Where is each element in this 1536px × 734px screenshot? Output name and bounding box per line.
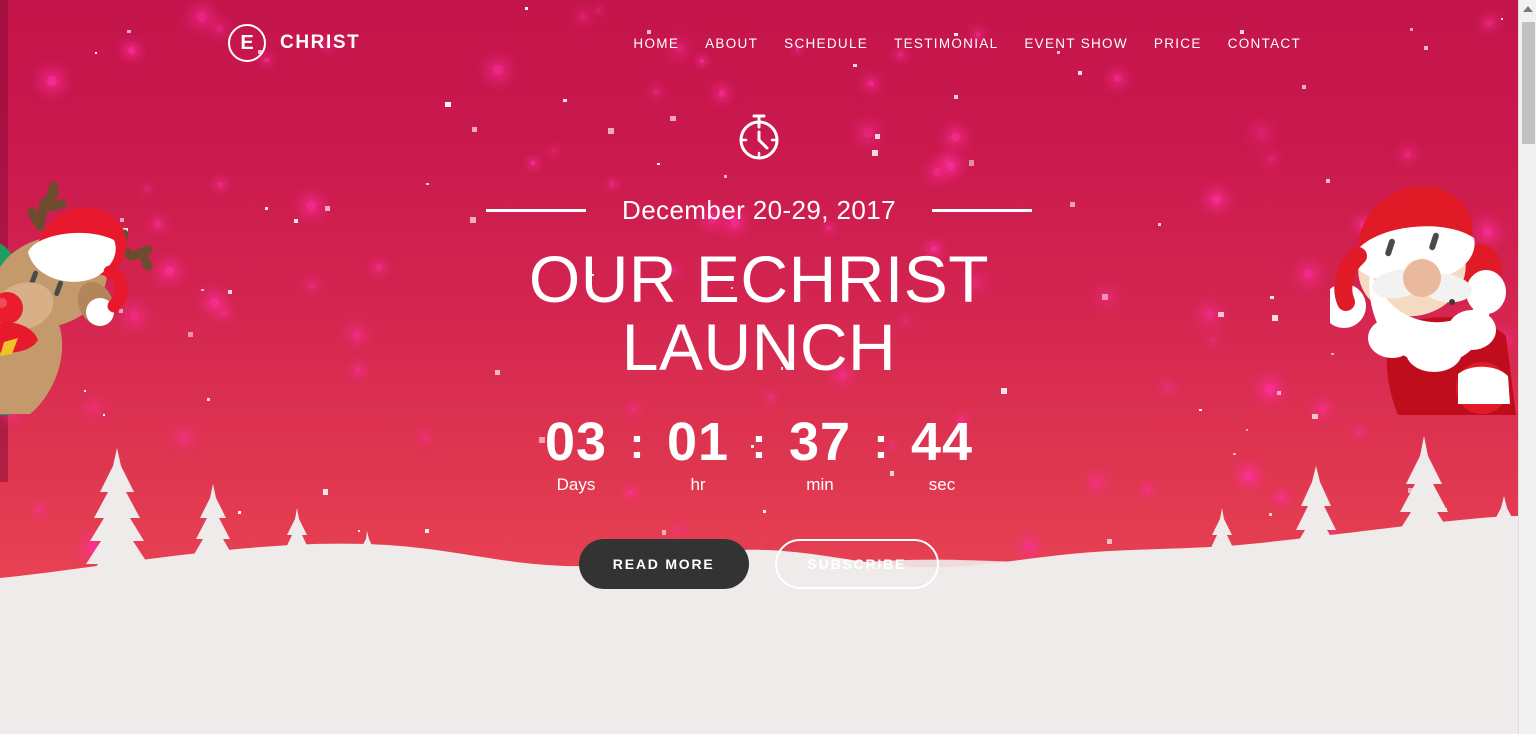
countdown-value-sec: 44	[910, 411, 974, 472]
nav-item-home[interactable]: HOME	[620, 30, 692, 57]
site-header: E CHRIST HOME ABOUT SCHEDULE TESTIMONIAL EVE…	[0, 0, 1518, 86]
countdown-timer: 03 Days:01 hr:37 min:44 sec	[529, 414, 989, 495]
hero-actions: READ MORE SUBSCRIBE	[578, 538, 940, 589]
countdown-separator: :	[873, 418, 889, 468]
nav-item-about[interactable]: ABOUT	[692, 30, 771, 57]
nav-item-price[interactable]: PRICE	[1141, 30, 1215, 57]
hero-content: December 20-29, 2017 OUR ECHRIST LAUNCH …	[0, 0, 1518, 620]
event-date-row: December 20-29, 2017	[486, 195, 1032, 226]
nav-item-testimonial[interactable]: TESTIMONIAL	[881, 30, 1011, 57]
rule-right	[931, 209, 1032, 212]
logo[interactable]: E CHRIST	[228, 24, 360, 62]
countdown-label-days: Days	[556, 474, 596, 494]
logo-text: CHRIST	[280, 32, 361, 53]
main-navigation[interactable]: HOME ABOUT SCHEDULE TESTIMONIAL EVENT SHOW PR…	[620, 30, 1314, 57]
nav-item-schedule[interactable]: SCHEDULE	[771, 30, 881, 57]
countdown-label-hr: hr	[690, 474, 706, 494]
countdown-label-min: min	[806, 474, 834, 494]
countdown-unit-days: 03 Days	[529, 414, 623, 495]
hero-section: E CHRIST HOME ABOUT SCHEDULE TESTIMONIAL EVE…	[0, 0, 1518, 734]
page-title: OUR ECHRIST LAUNCH	[528, 242, 990, 384]
countdown-separator: :	[751, 418, 767, 468]
countdown-separator: :	[629, 418, 645, 468]
nav-item-contact[interactable]: CONTACT	[1215, 30, 1314, 57]
nav-item-event-show[interactable]: EVENT SHOW	[1011, 30, 1141, 57]
countdown-unit-hr: 01 hr	[651, 414, 745, 495]
page-viewport: E CHRIST HOME ABOUT SCHEDULE TESTIMONIAL EVE…	[0, 0, 1518, 734]
countdown-label-sec: sec	[928, 474, 956, 494]
countdown-unit-sec: 44 sec	[895, 414, 989, 495]
event-date: December 20-29, 2017	[622, 195, 896, 225]
vertical-scrollbar[interactable]	[1518, 0, 1536, 734]
stopwatch-icon	[735, 110, 783, 167]
rule-left	[486, 209, 587, 212]
countdown-unit-min: 37 min	[773, 414, 867, 495]
countdown-value-days: 03	[544, 411, 608, 472]
read-more-button[interactable]: READ MORE	[578, 538, 749, 589]
scroll-up-arrow-icon[interactable]	[1519, 0, 1536, 18]
subscribe-button[interactable]: SUBSCRIBE	[774, 538, 940, 589]
countdown-value-min: 37	[788, 411, 852, 472]
scrollbar-thumb[interactable]	[1522, 22, 1535, 144]
countdown-value-hr: 01	[666, 411, 730, 472]
logo-circle-icon: E	[228, 24, 266, 62]
